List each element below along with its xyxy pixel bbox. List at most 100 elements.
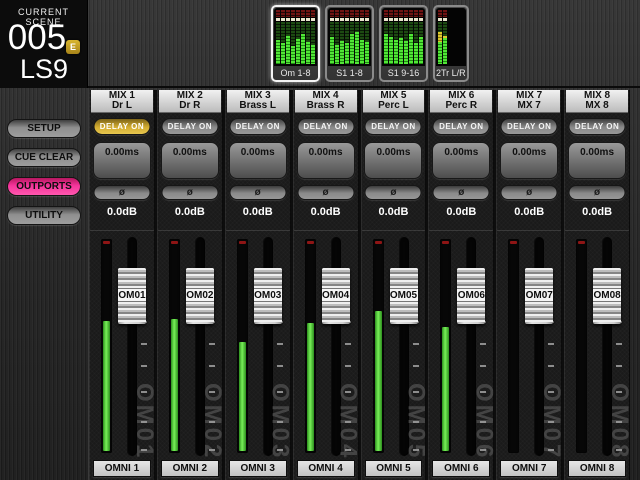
fader-handle[interactable]: OM02 — [186, 268, 214, 324]
meter-bar — [389, 10, 393, 64]
phase-button[interactable]: ø — [161, 185, 218, 200]
fader-scale-tick — [413, 391, 419, 393]
output-port-button[interactable]: OMNI 1 — [93, 460, 151, 477]
fader-handle[interactable]: OM07 — [525, 268, 553, 324]
delay-time-box[interactable]: 0.00ms — [500, 142, 558, 179]
fader-handle[interactable]: OM06 — [457, 268, 485, 324]
delay-on-button[interactable]: DELAY ON — [433, 118, 490, 135]
scene-panel[interactable]: CURRENT SCENE 005 E LS9 — [0, 0, 88, 88]
channel-strips: MIX 1Dr LDELAY ON0.00msø0.0dBOM01OM01OMN… — [88, 90, 630, 480]
output-port-button[interactable]: OMNI 7 — [500, 460, 558, 477]
sidebar-button-cue-clear[interactable]: CUE CLEAR — [7, 148, 81, 167]
fader-scale-tick — [345, 365, 351, 367]
fader-scale-tick — [548, 449, 554, 451]
fader-handle[interactable]: OM08 — [593, 268, 621, 324]
output-port-button[interactable]: OMNI 6 — [432, 460, 490, 477]
channel-name-label: MX 8 — [566, 101, 628, 111]
channel-name-header[interactable]: MIX 8MX 8 — [566, 90, 628, 113]
fader-scale-tick — [141, 365, 147, 367]
fader-handle[interactable]: OM04 — [322, 268, 350, 324]
delay-time-box[interactable]: 0.00ms — [161, 142, 219, 179]
sidebar-button-utility[interactable]: UTILITY — [7, 206, 81, 225]
phase-button[interactable]: ø — [297, 185, 354, 200]
delay-on-button[interactable]: DELAY ON — [569, 118, 626, 135]
delay-on-button[interactable]: DELAY ON — [365, 118, 422, 135]
channel-strip-4: MIX 4Brass RDELAY ON0.00msø0.0dBOM04OM04… — [293, 90, 359, 480]
delay-time-box[interactable]: 0.00ms — [568, 142, 626, 179]
meter-bar — [384, 10, 388, 64]
fader-scale-tick — [141, 391, 147, 393]
phase-button[interactable]: ø — [433, 185, 490, 200]
delay-time-box[interactable]: 0.00ms — [229, 142, 287, 179]
meter-block-tab[interactable]: Om 1-8 — [271, 5, 320, 82]
phase-button[interactable]: ø — [365, 185, 422, 200]
meter-bar — [306, 10, 310, 64]
meter-level-bar — [171, 319, 178, 451]
output-port-button[interactable]: OMNI 3 — [229, 460, 287, 477]
fader-handle-label: OM07 — [525, 288, 553, 302]
meter-block-tab[interactable]: S1 9-16 — [379, 5, 428, 82]
meter-display — [274, 8, 317, 66]
meter-bar — [281, 10, 285, 64]
sidebar-button-setup[interactable]: SETUP — [7, 119, 81, 138]
channel-strip-7: MIX 7MX 7 DELAY ON 0.00ms ø 0.0dB OM07OM07OMN… — [496, 90, 562, 480]
fader-handle[interactable]: OM01 — [118, 268, 146, 324]
delay-time-box[interactable]: 0.00ms — [297, 142, 355, 179]
channel-name-header[interactable]: MIX 6Perc R — [430, 90, 492, 113]
fader-section: OM06OM06 — [429, 230, 493, 460]
meter-display — [382, 8, 425, 66]
delay-time-box[interactable]: 0.00ms — [364, 142, 422, 179]
sidebar-button-outports[interactable]: OUTPORTS — [7, 177, 81, 196]
scene-edited-badge: E — [66, 40, 80, 54]
fader-section: OM07OM07 — [497, 230, 561, 460]
meter-bar — [340, 10, 344, 64]
meter-bar — [330, 10, 334, 64]
output-port-button[interactable]: OMNI 2 — [161, 460, 219, 477]
channel-name-header[interactable]: MIX 5Perc L — [363, 90, 425, 113]
channel-name-header[interactable]: MIX 4Brass R — [295, 90, 357, 113]
meter-block-tab[interactable]: 2Tr L/R — [433, 5, 469, 82]
fader-handle[interactable]: OM05 — [390, 268, 418, 324]
fader-scale-tick — [413, 449, 419, 451]
delay-on-button[interactable]: DELAY ON — [93, 118, 150, 135]
fader-handle[interactable]: OM03 — [254, 268, 282, 324]
fader-scale-tick — [548, 343, 554, 345]
output-port-button[interactable]: OMNI 4 — [297, 460, 355, 477]
meter-level-bar — [442, 327, 449, 451]
fader-handle-label: OM08 — [593, 288, 621, 302]
meter-bar — [276, 10, 280, 64]
phase-button[interactable]: ø — [93, 185, 150, 200]
meter-bar — [291, 10, 295, 64]
channel-name-header[interactable]: MIX 7MX 7 — [498, 90, 560, 113]
phase-button[interactable]: ø — [501, 185, 558, 200]
meter-peak-tick — [578, 241, 585, 244]
phase-button[interactable]: ø — [569, 185, 626, 200]
channel-strip-3: MIX 3Brass LDELAY ON0.00msø0.0dBOM03OM03… — [225, 90, 291, 480]
channel-name-label: Perc R — [430, 101, 492, 111]
channel-name-header[interactable]: MIX 1Dr L — [91, 90, 153, 113]
fader-scale-tick — [413, 365, 419, 367]
meter-peak-tick — [307, 241, 314, 244]
fader-level-value: 0.0dB — [226, 206, 290, 218]
meter-bar — [409, 10, 413, 64]
channel-name-header[interactable]: MIX 2Dr R — [159, 90, 221, 113]
delay-on-button[interactable]: DELAY ON — [229, 118, 286, 135]
output-port-button[interactable]: OMNI 5 — [365, 460, 423, 477]
meter-bar — [286, 10, 290, 64]
fader-scale-tick — [277, 421, 283, 423]
output-port-button[interactable]: OMNI 8 — [568, 460, 626, 477]
scene-number: 005 — [4, 18, 70, 58]
fader-scale-tick — [209, 365, 215, 367]
delay-on-button[interactable]: DELAY ON — [501, 118, 558, 135]
delay-time-box[interactable]: 0.00ms — [432, 142, 490, 179]
delay-on-button[interactable]: DELAY ON — [161, 118, 218, 135]
delay-time-box[interactable]: 0.00ms — [93, 142, 151, 179]
fader-scale-tick — [277, 343, 283, 345]
meter-block-tab[interactable]: S1 1-8 — [325, 5, 374, 82]
fader-level-value: 0.0dB — [497, 206, 561, 218]
channel-meter — [576, 239, 587, 453]
channel-name-label: Brass R — [295, 101, 357, 111]
delay-on-button[interactable]: DELAY ON — [297, 118, 354, 135]
phase-button[interactable]: ø — [229, 185, 286, 200]
channel-name-header[interactable]: MIX 3Brass L — [227, 90, 289, 113]
